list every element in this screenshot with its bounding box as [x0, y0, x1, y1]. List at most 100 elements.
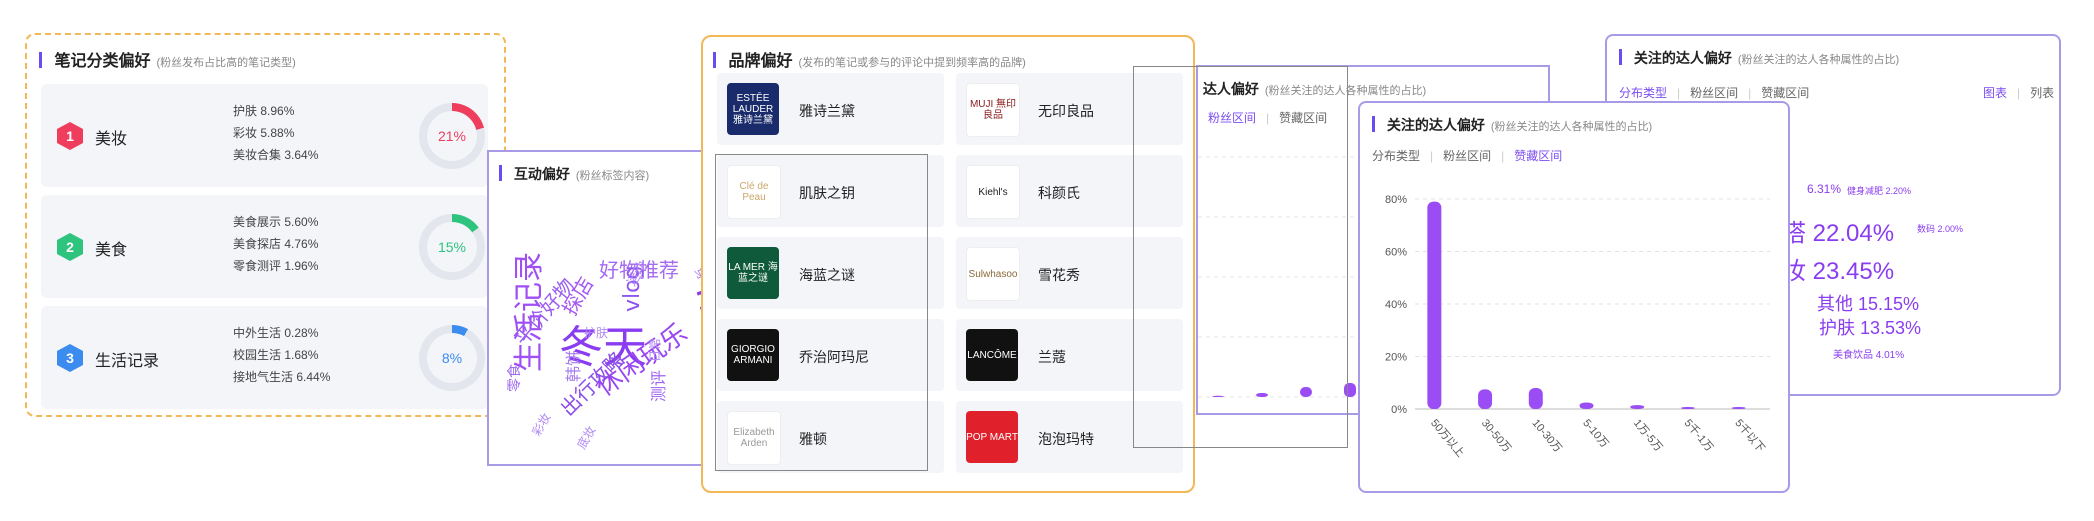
- category-share-label: 美食饮品 4.01%: [1833, 350, 1905, 361]
- brand-logo: LANCÔME: [966, 329, 1018, 381]
- percent-value: 15%: [427, 222, 477, 272]
- view-tabs: 图表 | 列表: [1983, 86, 2055, 100]
- subcategory-stat: 接地气生活 6.44%: [233, 370, 331, 384]
- brand-logo: POP MART: [966, 411, 1018, 463]
- brand-preference-card: 品牌偏好 (发布的笔记或参与的评论中提到频率高的品牌) ESTĒE LAUDER …: [701, 35, 1195, 493]
- bar: [1630, 405, 1645, 409]
- brand-title-text: 品牌偏好: [728, 53, 793, 70]
- brand-logo: MUJI 無印良品: [966, 83, 1020, 137]
- category-share-label: 健身减肥 2.20%: [1847, 186, 1912, 196]
- fan3-title-text: 关注的达人偏好: [1633, 50, 1732, 66]
- bar: [1579, 402, 1594, 409]
- rank-badge: 3: [57, 344, 83, 372]
- y-tick-label: 80%: [1385, 194, 1407, 206]
- brand-logo: Kiehl's: [966, 165, 1020, 219]
- x-tick-label: 5千以下: [1732, 417, 1767, 455]
- fan2-subtitle: (粉丝关注的达人各种属性的占比): [1490, 121, 1653, 133]
- brand-name: 无印良品: [1038, 103, 1094, 119]
- interaction-title: 互动偏好 (粉丝标签内容): [499, 164, 649, 184]
- subcategory-stat: 美食探店 4.76%: [233, 237, 319, 251]
- like-range-bar-chart: 0% 20% 40% 60% 80% 50万以上 30-50万 10-30万 5-10万 1万-5…: [1385, 194, 1770, 460]
- interaction-card: 互动偏好 (粉丝标签内容) 冬天 生活记录 休闲玩乐 好物推荐 平价好物 出行攻略 探店 vlo…: [487, 150, 733, 466]
- bar: [1528, 388, 1543, 409]
- word-cloud-word: 韩饼: [564, 350, 583, 382]
- word-cloud-word: 底妆: [574, 423, 599, 451]
- subcategory-stat: 校园生活 1.68%: [233, 348, 319, 362]
- fan3-tabs: 分布类型 | 粉丝区间 | 赞藏区间: [1619, 86, 1810, 100]
- fan2-title-text: 关注的达人偏好: [1386, 117, 1485, 133]
- x-tick-label: 50万以上: [1428, 417, 1467, 460]
- note-title-text: 笔记分类偏好: [54, 53, 151, 70]
- y-tick-label: 20%: [1385, 352, 1407, 364]
- note-subtitle: (粉丝发布占比高的笔记类型): [156, 57, 296, 69]
- subcategory-stat: 中外生活 0.28%: [233, 326, 319, 340]
- fan2-title: 关注的达人偏好 (粉丝关注的达人各种属性的占比): [1372, 115, 1652, 135]
- word-cloud-word: 日常: [648, 338, 662, 362]
- bar: [1680, 407, 1695, 409]
- category-share-label: 6.31%: [1807, 182, 1842, 196]
- subcategory-stat: 零食测评 1.96%: [233, 259, 319, 273]
- category-row[interactable]: 1 美妆 护肤 8.96% 彩妆 5.88% 美妆合集 3.64% 21%: [41, 84, 488, 187]
- y-tick-label: 0%: [1391, 404, 1407, 416]
- brand-name: 雪花秀: [1038, 267, 1080, 283]
- category-share-label: 其他 15.15%: [1817, 294, 1920, 314]
- category-row[interactable]: 2 美食 美食展示 5.60% 美食探店 4.76% 零食测评 1.96% 15%: [41, 195, 488, 298]
- subcategory-stat: 美妆合集 3.64%: [233, 148, 319, 162]
- followed-creator-card: 关注的达人偏好 (粉丝关注的达人各种属性的占比) 分布类型 | 粉丝区间 | 赞藏区间 0…: [1358, 101, 1790, 493]
- percent-ring: 21%: [419, 103, 485, 169]
- overlay-frame: [715, 154, 928, 471]
- x-tick-label: 30-50万: [1479, 417, 1513, 455]
- subcategory-stat: 护肤 8.96%: [233, 104, 295, 118]
- note-card-title: 笔记分类偏好 (粉丝发布占比高的笔记类型): [39, 47, 296, 71]
- brand-name: 兰蔻: [1038, 349, 1066, 365]
- y-tick-label: 40%: [1385, 299, 1407, 311]
- bar: [1478, 389, 1493, 409]
- fan2-tabs: 分布类型 | 粉丝区间 | 赞藏区间: [1372, 149, 1563, 163]
- fan3-title: 关注的达人偏好 (粉丝关注的达人各种属性的占比): [1619, 48, 1899, 68]
- category-share-label: 护肤 13.53%: [1819, 318, 1922, 338]
- word-cloud-word: 零食: [506, 364, 523, 392]
- x-tick-label: 5千-1万: [1682, 417, 1716, 454]
- percent-value: 8%: [427, 333, 477, 383]
- tab-fan-range[interactable]: 粉丝区间: [1690, 86, 1738, 100]
- tab-distribution[interactable]: 分布类型: [1372, 149, 1420, 163]
- x-tick-label: 5-10万: [1580, 417, 1610, 450]
- tab-like-range[interactable]: 赞藏区间: [1514, 149, 1562, 163]
- category-name: 美食: [95, 242, 128, 259]
- bar: [1731, 407, 1746, 409]
- word-cloud-word: 彩妆: [529, 411, 553, 439]
- y-tick-label: 60%: [1385, 247, 1407, 259]
- percent-ring: 15%: [419, 214, 485, 280]
- rank-badge: 2: [57, 233, 83, 261]
- brand-name: 科颜氏: [1038, 185, 1080, 201]
- category-name: 美妆: [95, 131, 128, 148]
- brand-item[interactable]: ESTĒE LAUDER 雅诗兰黛 雅诗兰黛: [717, 73, 944, 145]
- rank-badge: 1: [57, 122, 83, 150]
- tab-fan-range[interactable]: 粉丝区间: [1443, 149, 1491, 163]
- category-name: 生活记录: [95, 353, 160, 370]
- tab-like-range[interactable]: 赞藏区间: [1761, 86, 1809, 100]
- tab-chart[interactable]: 图表: [1983, 86, 2007, 100]
- tab-distribution[interactable]: 分布类型: [1619, 86, 1667, 100]
- category-share-label: 搭 22.04%: [1782, 220, 1895, 247]
- brand-name: 雅诗兰黛: [799, 103, 855, 119]
- subcategory-stat: 彩妆 5.88%: [233, 126, 295, 140]
- brand-logo: ESTĒE LAUDER 雅诗兰黛: [727, 83, 779, 135]
- category-share-label: 妆 23.45%: [1782, 258, 1895, 285]
- category-row[interactable]: 3 生活记录 中外生活 0.28% 校园生活 1.68% 接地气生活 6.44% 8%: [41, 306, 488, 409]
- brand-name: 泡泡玛特: [1038, 431, 1094, 447]
- percent-ring: 8%: [419, 325, 485, 391]
- interaction-title-text: 互动偏好: [513, 166, 570, 182]
- tab-list[interactable]: 列表: [2030, 86, 2054, 100]
- x-tick-label: 10-30万: [1529, 417, 1563, 455]
- note-category-card: 笔记分类偏好 (粉丝发布占比高的笔记类型) 1 美妆 护肤 8.96% 彩妆 5.88%…: [25, 33, 506, 417]
- brand-logo: Sulwhasoo: [966, 247, 1020, 301]
- fan3-subtitle: (粉丝关注的达人各种属性的占比): [1737, 54, 1900, 66]
- category-share-label: 数码 2.00%: [1917, 224, 1964, 234]
- brand-card-title: 品牌偏好 (发布的笔记或参与的评论中提到频率高的品牌): [713, 47, 1026, 71]
- percent-value: 21%: [427, 111, 477, 161]
- word-cloud-word: 测评: [649, 370, 668, 402]
- word-cloud-word: 护肤: [584, 325, 608, 340]
- overlay-frame-right: [1133, 66, 1348, 448]
- brand-subtitle: (发布的笔记或参与的评论中提到频率高的品牌): [798, 57, 1026, 69]
